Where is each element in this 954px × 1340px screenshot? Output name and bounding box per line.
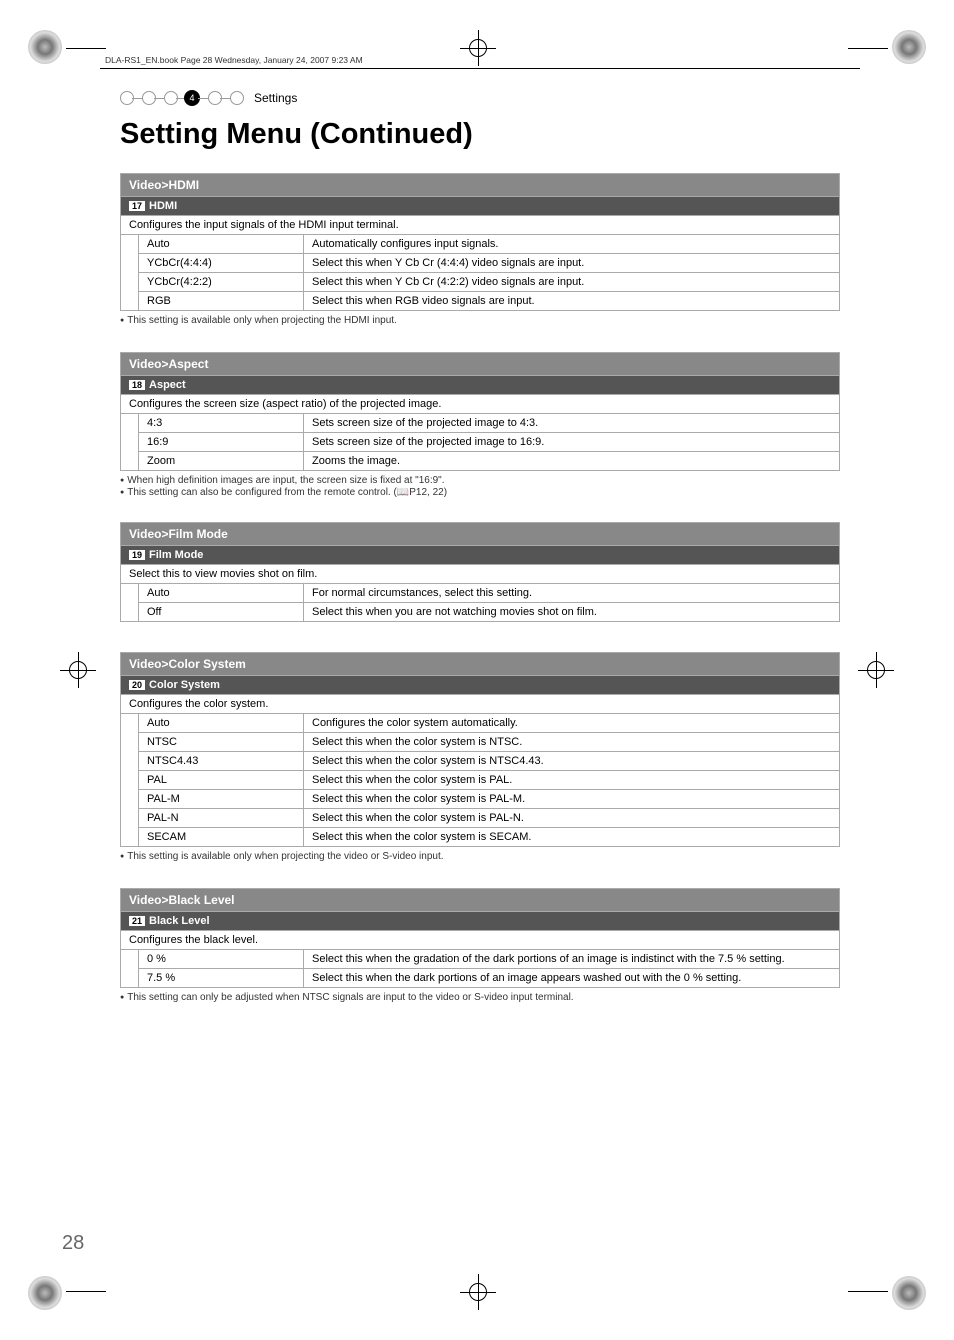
- section-path: Video>Film Mode: [121, 523, 840, 546]
- section-name-row: 21 Black Level: [121, 912, 840, 931]
- section-number: 18: [129, 380, 145, 390]
- section-name: HDMI: [149, 200, 177, 212]
- option-label: RGB: [139, 292, 304, 311]
- option-text: Select this when the color system is PAL…: [304, 809, 840, 828]
- option-label: Off: [139, 603, 304, 622]
- option-label: Auto: [139, 584, 304, 603]
- breadcrumb: 4 Settings: [120, 90, 840, 106]
- option-text: Automatically configures input signals.: [304, 235, 840, 254]
- option-text: Sets screen size of the projected image …: [304, 433, 840, 452]
- option-text: Select this when Y Cb Cr (4:2:2) video s…: [304, 273, 840, 292]
- breadcrumb-connector: [198, 98, 208, 99]
- option-text: Select this when the gradation of the da…: [304, 950, 840, 969]
- page-number: 28: [62, 1232, 84, 1255]
- option-text: Select this when the color system is PAL…: [304, 790, 840, 809]
- option-text: For normal circumstances, select this se…: [304, 584, 840, 603]
- section-note: This setting is available only when proj…: [120, 315, 840, 326]
- option-label: Auto: [139, 714, 304, 733]
- registration-mark-left: [60, 652, 96, 688]
- section-name-row: 17 HDMI: [121, 197, 840, 216]
- section-description: Configures the screen size (aspect ratio…: [121, 395, 840, 414]
- crop-line: [848, 1291, 888, 1292]
- crop-line: [848, 48, 888, 49]
- option-text: Select this when Y Cb Cr (4:4:4) video s…: [304, 254, 840, 273]
- section-description: Configures the black level.: [121, 931, 840, 950]
- option-text: Select this when RGB video signals are i…: [304, 292, 840, 311]
- header-rule: [100, 68, 860, 69]
- registration-corner-tr: [892, 30, 926, 64]
- option-label: 4:3: [139, 414, 304, 433]
- registration-mark-right: [858, 652, 894, 688]
- option-label: YCbCr(4:2:2): [139, 273, 304, 292]
- option-text: Select this when the color system is NTS…: [304, 752, 840, 771]
- section-description: Configures the color system.: [121, 695, 840, 714]
- section-name: Color System: [149, 679, 220, 691]
- option-label: PAL: [139, 771, 304, 790]
- section-path: Video>Color System: [121, 653, 840, 676]
- section-note: This setting is available only when proj…: [120, 851, 840, 862]
- section-note: When high definition images are input, t…: [120, 475, 840, 486]
- section-description: Configures the input signals of the HDMI…: [121, 216, 840, 235]
- option-text: Select this when the color system is NTS…: [304, 733, 840, 752]
- option-text: Configures the color system automaticall…: [304, 714, 840, 733]
- settings-table-black-level: Video>Black Level 21 Black Level Configur…: [120, 888, 840, 988]
- book-header: DLA-RS1_EN.book Page 28 Wednesday, Janua…: [105, 55, 363, 65]
- breadcrumb-connector: [132, 98, 142, 99]
- settings-table-color-system: Video>Color System 20 Color System Config…: [120, 652, 840, 847]
- option-label: 0 %: [139, 950, 304, 969]
- section-description: Select this to view movies shot on film.: [121, 565, 840, 584]
- crop-line: [66, 48, 106, 49]
- option-label: SECAM: [139, 828, 304, 847]
- settings-table-film-mode: Video>Film Mode 19 Film Mode Select this …: [120, 522, 840, 622]
- registration-mark-bottom: [460, 1274, 496, 1310]
- section-number: 19: [129, 550, 145, 560]
- page-content: 4 Settings Setting Menu (Continued) Vide…: [120, 90, 840, 1029]
- option-label: 7.5 %: [139, 969, 304, 988]
- section-name-row: 18 Aspect: [121, 376, 840, 395]
- section-path: Video>Black Level: [121, 889, 840, 912]
- breadcrumb-step-icon: [230, 91, 244, 105]
- option-label: PAL-M: [139, 790, 304, 809]
- option-label: Auto: [139, 235, 304, 254]
- registration-corner-bl: [28, 1276, 62, 1310]
- section-name: Aspect: [149, 379, 186, 391]
- option-label: PAL-N: [139, 809, 304, 828]
- option-text: Select this when you are not watching mo…: [304, 603, 840, 622]
- option-text: Select this when the dark portions of an…: [304, 969, 840, 988]
- section-name: Film Mode: [149, 549, 203, 561]
- option-text: Zooms the image.: [304, 452, 840, 471]
- option-label: NTSC: [139, 733, 304, 752]
- settings-table-aspect: Video>Aspect 18 Aspect Configures the scr…: [120, 352, 840, 471]
- registration-corner-tl: [28, 30, 62, 64]
- breadcrumb-connector: [154, 98, 164, 99]
- section-path: Video>HDMI: [121, 174, 840, 197]
- section-name-row: 19 Film Mode: [121, 546, 840, 565]
- section-number: 17: [129, 201, 145, 211]
- section-note: This setting can also be configured from…: [120, 487, 840, 498]
- section-number: 21: [129, 916, 145, 926]
- section-path: Video>Aspect: [121, 353, 840, 376]
- option-label: 16:9: [139, 433, 304, 452]
- registration-mark-top: [460, 30, 496, 66]
- page-title: Setting Menu (Continued): [120, 118, 840, 151]
- option-label: NTSC4.43: [139, 752, 304, 771]
- crop-line: [66, 1291, 106, 1292]
- section-note: This setting can only be adjusted when N…: [120, 992, 840, 1003]
- settings-table-hdmi: Video>HDMI 17 HDMI Configures the input s…: [120, 173, 840, 311]
- breadcrumb-connector: [220, 98, 230, 99]
- section-name: Black Level: [149, 915, 210, 927]
- section-number: 20: [129, 680, 145, 690]
- option-text: Select this when the color system is SEC…: [304, 828, 840, 847]
- registration-corner-br: [892, 1276, 926, 1310]
- section-name-row: 20 Color System: [121, 676, 840, 695]
- option-text: Select this when the color system is PAL…: [304, 771, 840, 790]
- breadcrumb-label: Settings: [254, 91, 297, 105]
- option-label: YCbCr(4:4:4): [139, 254, 304, 273]
- option-text: Sets screen size of the projected image …: [304, 414, 840, 433]
- option-label: Zoom: [139, 452, 304, 471]
